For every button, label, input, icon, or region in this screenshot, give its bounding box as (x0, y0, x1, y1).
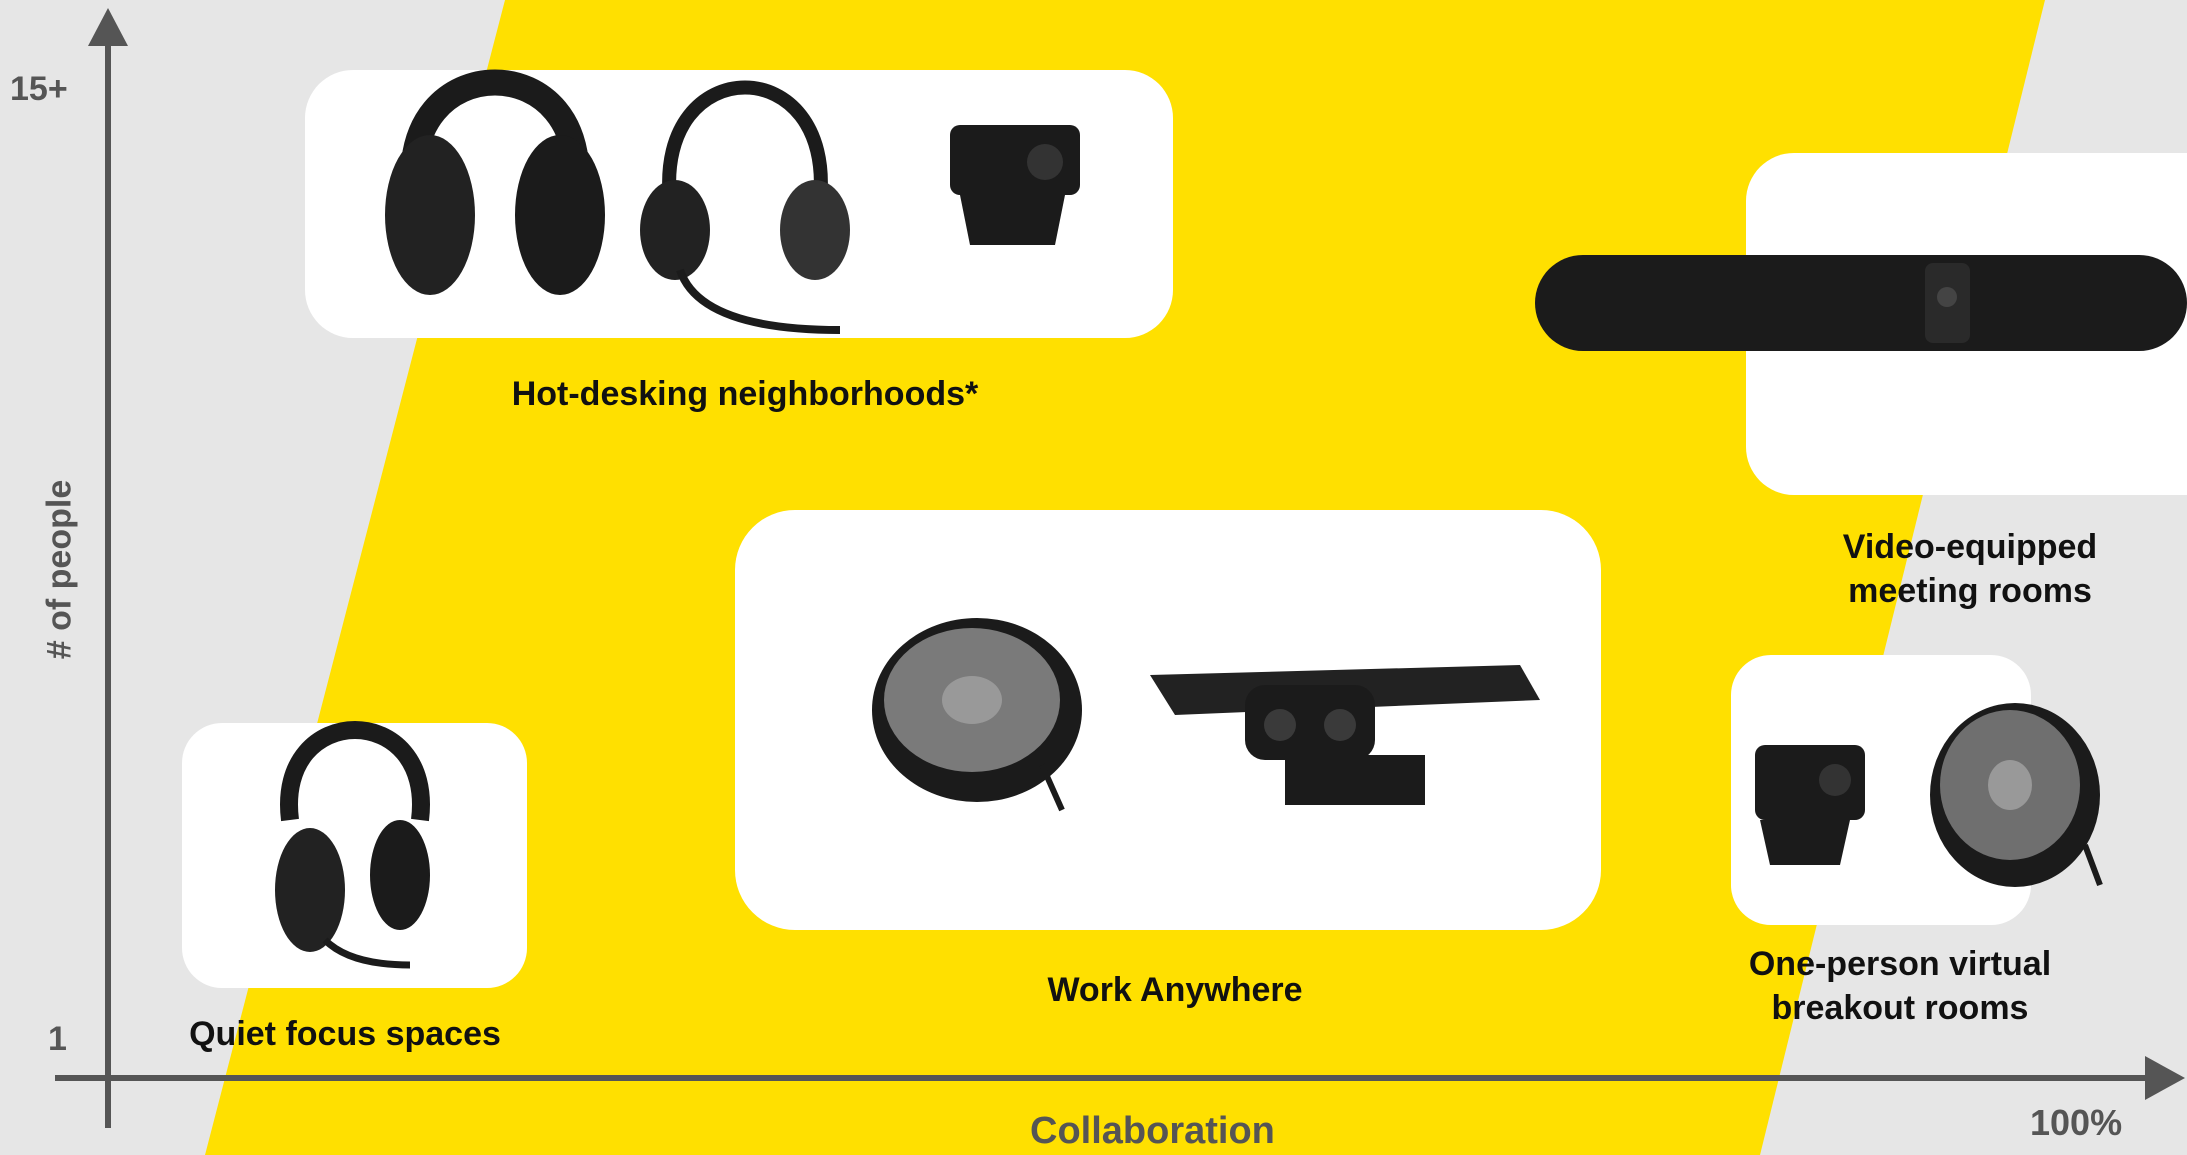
over-ear-headset-icon (275, 721, 430, 969)
hot-desking-label: Hot-desking neighborhoods* (511, 375, 979, 413)
y-axis-label: # of people (40, 479, 79, 660)
y-axis-top-label: 15+ (10, 70, 68, 108)
personal-webcam-icon (950, 125, 1080, 245)
breakout-rooms-label-line1: One-person virtual (1748, 945, 2052, 983)
meeting-rooms-label-line1: Video-equipped (1842, 528, 2098, 566)
work-anywhere-label: Work Anywhere (1047, 971, 1303, 1009)
y-axis-arrow (88, 8, 128, 46)
x-axis-right-label: 100% (2030, 1102, 2123, 1143)
video-bar-icon (1535, 255, 2187, 351)
y-axis-bottom-label: 1 (48, 1020, 67, 1058)
quiet-focus-label: Quiet focus spaces (189, 1015, 501, 1053)
meeting-rooms-label-line2: meeting rooms (1848, 572, 2092, 610)
workspace-diagram: 15+ 1 # of people Collaboration 100% Hot… (0, 0, 2187, 1155)
speakerphone-icon (872, 618, 1082, 812)
x-axis-arrow (2145, 1056, 2185, 1100)
breakout-rooms-label-line2: breakout rooms (1771, 989, 2029, 1027)
panoramic-camera-icon (1150, 665, 1540, 805)
on-ear-headset-icon (640, 80, 850, 334)
personal-webcam-icon (1755, 745, 1865, 865)
x-axis-label: Collaboration (1030, 1110, 1275, 1152)
meeting-rooms-label: Video-equipped meeting rooms (1790, 525, 2150, 613)
breakout-rooms-label: One-person virtual breakout rooms (1720, 942, 2080, 1030)
speakerphone-icon (1930, 703, 2103, 887)
over-ear-headset-icon (385, 69, 605, 295)
